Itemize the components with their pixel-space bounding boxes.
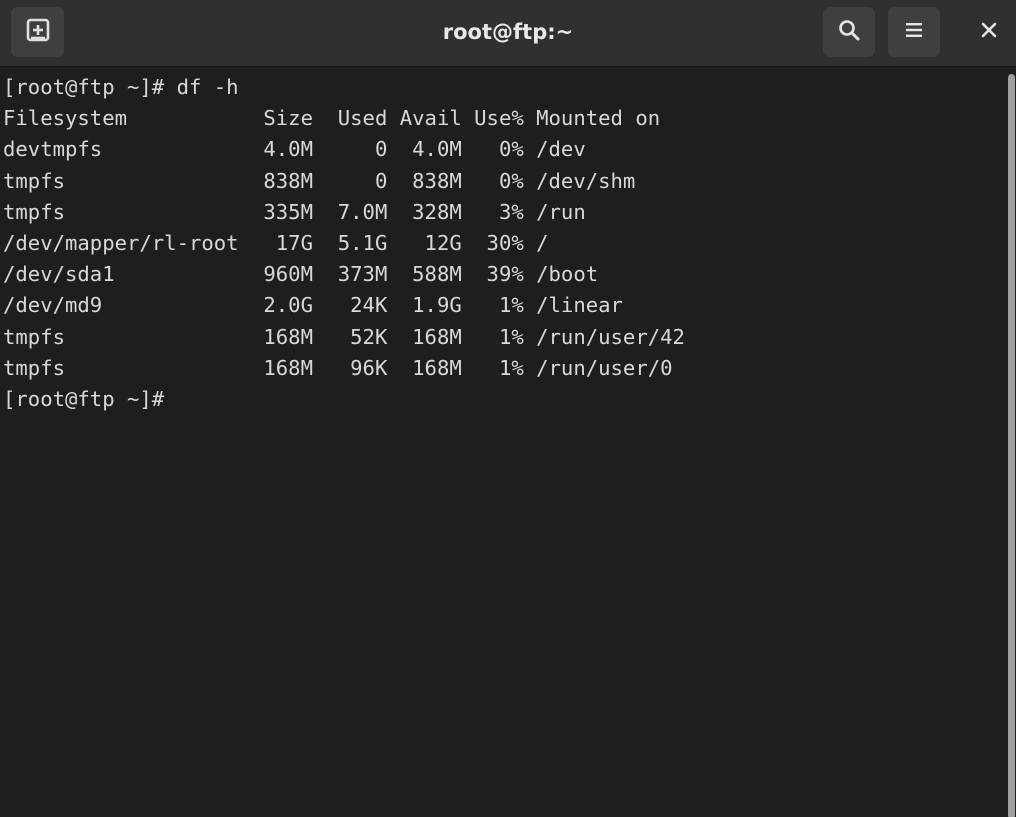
close-icon xyxy=(980,21,998,43)
scrollbar-thumb[interactable] xyxy=(1008,74,1015,817)
new-tab-button[interactable] xyxy=(11,7,64,57)
search-icon xyxy=(837,18,861,46)
header-bar: root@ftp:~ xyxy=(0,0,1016,67)
terminal-line-prompt: [root@ftp ~]# xyxy=(3,386,165,411)
terminal-line-command: [root@ftp ~]# df -h xyxy=(3,75,239,99)
terminal-line-row: devtmpfs 4.0M 0 4.0M 0% /dev xyxy=(3,137,586,162)
terminal-line-row: /dev/mapper/rl-root 17G 5.1G 12G 30% / xyxy=(3,230,549,255)
terminal-line-row: tmpfs 838M 0 838M 0% /dev/shm xyxy=(3,168,636,193)
vertical-scrollbar[interactable] xyxy=(1004,72,1016,817)
hamburger-menu-icon xyxy=(904,20,924,44)
terminal-line-row: tmpfs 335M 7.0M 328M 3% /run xyxy=(3,199,586,224)
terminal-line-row: tmpfs 168M 96K 168M 1% /run/user/0 xyxy=(3,355,673,380)
terminal-window: root@ftp:~ [root@ftp ~]# df -h Filesyste… xyxy=(0,0,1016,817)
terminal-line-row: /dev/sda1 960M 373M 588M 39% /boot xyxy=(3,262,599,287)
search-button[interactable] xyxy=(823,7,875,57)
terminal-output-area[interactable]: [root@ftp ~]# df -h Filesystem Size Used … xyxy=(0,72,1004,817)
terminal-text: [root@ftp ~]# df -h Filesystem Size Used … xyxy=(0,72,1004,415)
new-tab-icon xyxy=(25,17,51,47)
close-button[interactable] xyxy=(963,7,1015,57)
terminal-line-row: /dev/md9 2.0G 24K 1.9G 1% /linear xyxy=(3,293,623,318)
terminal-line-row: tmpfs 168M 52K 168M 1% /run/user/42 xyxy=(3,324,685,349)
menu-button[interactable] xyxy=(888,7,940,57)
terminal-line-header: Filesystem Size Used Avail Use% Mounted … xyxy=(3,106,661,131)
